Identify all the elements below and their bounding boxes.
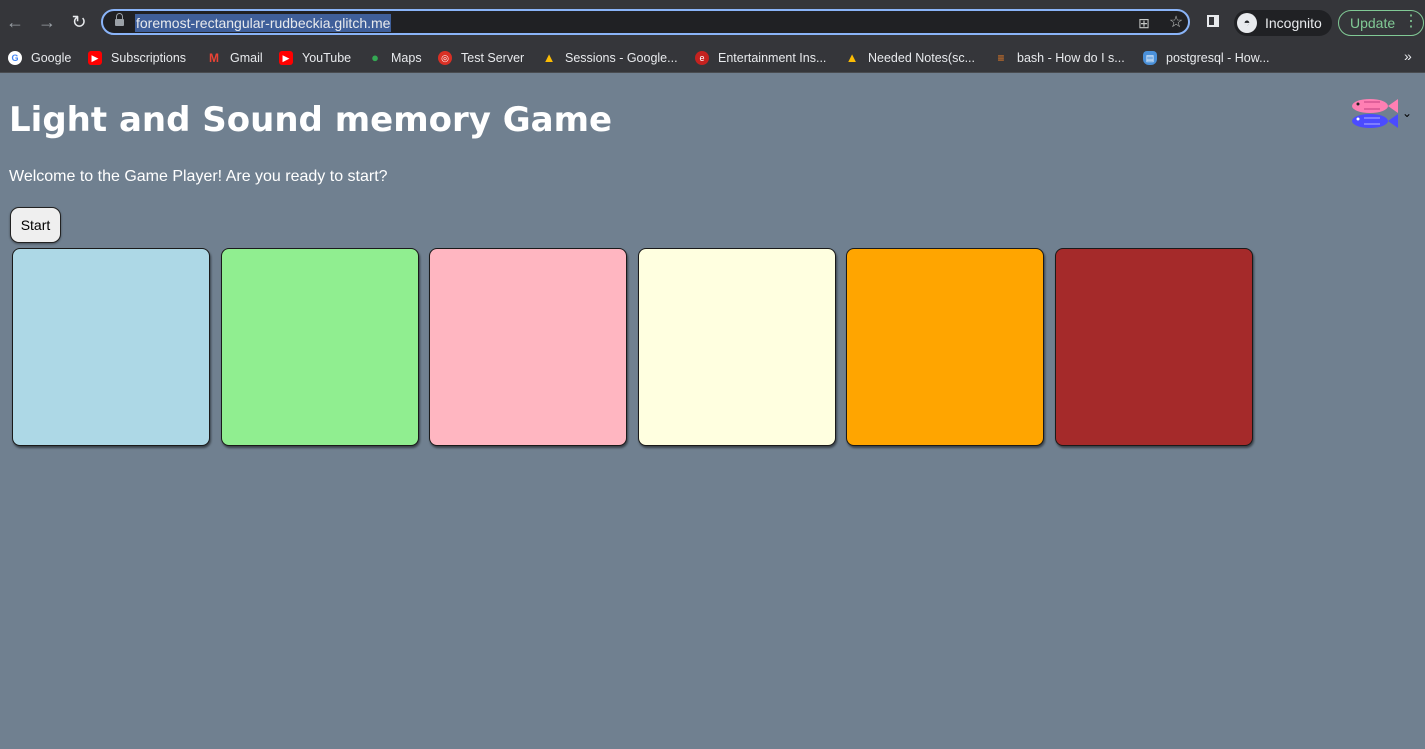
browser-toolbar: ← → ↻ foremost-rectangular-rudbeckia.gli… xyxy=(0,0,1425,44)
bookmark-label: Google xyxy=(31,51,72,65)
maps-icon: ● xyxy=(371,50,379,65)
game-button-4[interactable] xyxy=(637,248,836,446)
bookmark-maps[interactable]: ● Maps xyxy=(368,48,422,68)
youtube-icon: ▶ xyxy=(88,51,102,65)
start-button[interactable]: Start xyxy=(10,207,61,243)
bookmark-subscriptions[interactable]: ▶ Subscriptions xyxy=(88,48,186,68)
bookmark-label: Test Server xyxy=(461,51,525,65)
game-button-5[interactable] xyxy=(846,248,1044,446)
bookmark-test-server[interactable]: ◎ Test Server xyxy=(438,48,524,68)
page-title: Light and Sound memory Game xyxy=(9,100,613,140)
drive-icon: ▲ xyxy=(845,50,859,65)
incognito-label: Incognito xyxy=(1265,15,1322,31)
lock-icon[interactable] xyxy=(115,13,124,26)
target-icon: ◎ xyxy=(438,51,452,65)
bookmark-google[interactable]: G Google xyxy=(8,48,71,68)
bookmark-label: Needed Notes(sc... xyxy=(868,51,975,65)
bookmark-bash[interactable]: ≡ bash - How do I s... xyxy=(994,48,1125,68)
bookmark-label: Gmail xyxy=(230,51,263,65)
game-button-6[interactable] xyxy=(1054,248,1253,446)
side-panel-icon[interactable] xyxy=(1207,15,1219,27)
fish-avatar-icon xyxy=(1352,99,1398,128)
game-button-3[interactable] xyxy=(429,248,627,446)
google-icon: G xyxy=(8,51,22,65)
gmail-icon: M xyxy=(209,51,219,65)
youtube-icon: ▶ xyxy=(279,51,293,65)
bookmark-postgresql[interactable]: ▤ postgresql - How... xyxy=(1143,48,1270,68)
bookmark-label: postgresql - How... xyxy=(1166,51,1270,65)
red-circle-icon: e xyxy=(695,51,709,65)
bookmark-label: Entertainment Ins... xyxy=(718,51,827,65)
bookmark-label: Maps xyxy=(391,51,422,65)
update-button[interactable]: Update ⋮ xyxy=(1338,10,1424,36)
bookmark-youtube[interactable]: ▶ YouTube xyxy=(279,48,351,68)
bookmark-star-icon[interactable]: ☆ xyxy=(1167,14,1185,32)
back-arrow-icon[interactable]: ← xyxy=(5,12,25,32)
address-bar[interactable]: foremost-rectangular-rudbeckia.glitch.me… xyxy=(101,9,1190,35)
stackoverflow-icon: ≡ xyxy=(997,51,1005,65)
incognito-icon: ◓ xyxy=(1237,13,1257,33)
bookmarks-bar: G Google ▶ Subscriptions M Gmail ▶ YouTube ●… xyxy=(0,44,1425,73)
incognito-badge[interactable]: ◓ Incognito xyxy=(1234,10,1332,36)
game-button-2[interactable] xyxy=(220,248,419,446)
game-button-1[interactable] xyxy=(12,248,210,446)
bookmark-gmail[interactable]: M Gmail xyxy=(207,48,263,68)
avatar[interactable] xyxy=(1346,94,1398,134)
bookmark-label: bash - How do I s... xyxy=(1017,51,1125,65)
reload-icon[interactable]: ↻ xyxy=(69,12,89,32)
more-menu-icon[interactable]: ⋮ xyxy=(1403,13,1419,31)
bookmark-label: Sessions - Google... xyxy=(565,51,678,65)
drive-icon: ▲ xyxy=(542,50,556,65)
database-icon: ▤ xyxy=(1143,51,1157,65)
more-bookmarks-icon[interactable]: » xyxy=(1404,48,1412,64)
forward-arrow-icon[interactable]: → xyxy=(37,12,57,32)
bookmark-needed-notes[interactable]: ▲ Needed Notes(sc... xyxy=(845,48,975,68)
welcome-text: Welcome to the Game Player! Are you read… xyxy=(9,168,388,185)
install-app-icon[interactable]: ⊞ xyxy=(1135,14,1153,32)
url-text[interactable]: foremost-rectangular-rudbeckia.glitch.me xyxy=(135,14,392,32)
bookmark-label: YouTube xyxy=(302,51,352,65)
chevron-down-icon[interactable]: ⌄ xyxy=(1402,106,1414,120)
bookmark-label: Subscriptions xyxy=(111,51,187,65)
bookmark-sessions[interactable]: ▲ Sessions - Google... xyxy=(542,48,678,68)
update-label: Update xyxy=(1350,15,1396,31)
bookmark-entertainment[interactable]: e Entertainment Ins... xyxy=(695,48,826,68)
